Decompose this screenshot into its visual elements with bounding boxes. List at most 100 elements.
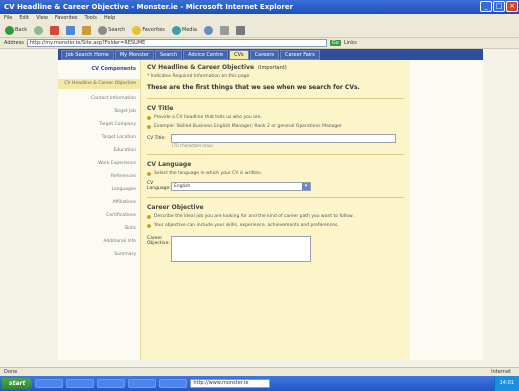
nav-tab[interactable]: My Monster xyxy=(114,49,154,60)
go-button[interactable]: Go xyxy=(329,40,341,46)
menu-bar: File Edit View Favorites Tools Help xyxy=(0,14,519,23)
back-arrow-icon xyxy=(5,25,14,35)
cv-language-value: English xyxy=(174,183,191,189)
sidebar-item[interactable]: References xyxy=(58,174,140,180)
cv-title-input[interactable] xyxy=(171,134,396,143)
toolbar: Back Search Favorites Media xyxy=(0,23,519,38)
print-button[interactable] xyxy=(234,25,247,36)
mail-button[interactable] xyxy=(218,25,231,36)
start-button[interactable]: start xyxy=(2,378,33,389)
bullet-icon xyxy=(147,116,151,120)
status-text: Done xyxy=(4,369,18,375)
taskbar-item[interactable] xyxy=(159,379,188,388)
divider xyxy=(147,197,404,198)
menu-file[interactable]: File xyxy=(4,15,12,22)
section-title: CV Headline & Career Objective xyxy=(147,64,255,71)
cv-sections-menu: CV Components CV Headline & Career Object… xyxy=(58,60,140,360)
list-item: Your objective can include your skills, … xyxy=(147,223,404,229)
stop-button[interactable] xyxy=(48,25,61,36)
refresh-icon xyxy=(66,25,76,35)
clock: 14:01 xyxy=(499,380,514,386)
menu-tools[interactable]: Tools xyxy=(85,15,97,22)
bullet-icon xyxy=(147,215,151,219)
cv-title-hint: (70 characters max) xyxy=(172,143,213,148)
sidebar-item[interactable]: Affiliations xyxy=(58,200,140,206)
taskbar: start http://www.monster.ie 14:01 xyxy=(0,376,519,391)
menu-favorites[interactable]: Favorites xyxy=(55,15,78,22)
forward-button[interactable] xyxy=(32,25,45,36)
sidebar-item[interactable]: Target Job xyxy=(58,109,140,115)
minimize-button[interactable]: _ xyxy=(480,1,492,12)
home-icon xyxy=(82,25,92,35)
back-button[interactable]: Back xyxy=(3,25,29,36)
sidebar-item[interactable]: Education xyxy=(58,148,140,154)
career-objective-textarea[interactable] xyxy=(171,236,311,262)
favorites-button[interactable]: Favorites xyxy=(130,25,167,36)
home-button[interactable] xyxy=(80,25,93,36)
star-icon xyxy=(132,25,142,35)
sidebar-item[interactable]: Work Experience xyxy=(58,161,140,167)
address-label: Address xyxy=(4,40,24,46)
sidebar-item[interactable]: Target Location xyxy=(58,135,140,141)
history-icon xyxy=(203,25,213,35)
status-bar: Done Internet xyxy=(0,367,519,376)
taskbar-address-input[interactable]: http://www.monster.ie xyxy=(190,379,271,388)
list-item: Example: Skilled Business English Manage… xyxy=(147,124,404,130)
address-bar: Address http://my.monster.ie/Site.asp?Fo… xyxy=(0,38,519,49)
mail-icon xyxy=(219,25,229,35)
cv-language-select[interactable]: English ▾ xyxy=(171,181,311,191)
nav-tab[interactable]: Advice Centre xyxy=(183,49,229,60)
maximize-button[interactable]: □ xyxy=(493,1,505,12)
divider xyxy=(147,98,404,99)
sidebar-item[interactable]: CV Headline & Career Objective xyxy=(58,79,140,89)
menu-edit[interactable]: Edit xyxy=(19,15,29,22)
intro-text: These are the first things that we see w… xyxy=(147,84,360,91)
taskbar-item[interactable] xyxy=(35,379,64,388)
career-objective-heading: Career Objective xyxy=(147,204,204,211)
close-button[interactable]: × xyxy=(506,1,518,12)
cv-title-heading: CV Title xyxy=(147,105,174,112)
refresh-button[interactable] xyxy=(64,25,77,36)
cv-language-label: CV Language: xyxy=(147,181,171,191)
nav-tab[interactable]: Search xyxy=(154,49,183,60)
site-nav: Job Search Home My Monster Search Advice Ce… xyxy=(58,49,483,60)
sidebar-item[interactable]: Languages xyxy=(58,187,140,193)
nav-tab[interactable]: Careers xyxy=(249,49,279,60)
nav-tab[interactable]: Career Fairs xyxy=(280,49,320,60)
sidebar-item[interactable]: Certifications xyxy=(58,213,140,219)
title-bar: CV Headline & Career Objective - Monster… xyxy=(0,0,519,14)
print-icon xyxy=(235,25,245,35)
chevron-down-icon: ▾ xyxy=(302,182,310,190)
stop-icon xyxy=(50,25,60,35)
address-input[interactable]: http://my.monster.ie/Site.asp?Folder=RES… xyxy=(26,39,327,47)
bullet-icon xyxy=(147,172,151,176)
media-icon xyxy=(171,25,181,35)
search-button[interactable]: Search xyxy=(96,25,127,36)
taskbar-item[interactable] xyxy=(97,379,126,388)
nav-tab[interactable]: CVs xyxy=(229,49,249,60)
list-item: Provide a CV headline that tells us who … xyxy=(147,115,404,121)
menu-view[interactable]: View xyxy=(36,15,48,22)
list-item: Describe the ideal job you are looking f… xyxy=(147,214,404,220)
divider xyxy=(147,154,404,155)
taskbar-item[interactable] xyxy=(66,379,95,388)
media-button[interactable]: Media xyxy=(170,25,199,36)
bullet-icon xyxy=(147,125,151,129)
menu-heading: CV Components xyxy=(91,66,137,72)
nav-tab[interactable]: Job Search Home xyxy=(61,49,114,60)
form-panel: CV Headline & Career Objective (Importan… xyxy=(140,60,410,360)
sidebar-item[interactable]: Summary xyxy=(58,252,140,258)
sidebar-item[interactable]: Additional Info xyxy=(58,239,140,245)
sidebar-item[interactable]: Contact Information xyxy=(58,96,140,102)
menu-help[interactable]: Help xyxy=(104,15,115,22)
sidebar-item[interactable]: Target Company xyxy=(58,122,140,128)
sidebar-item[interactable]: Skills xyxy=(58,226,140,232)
window-title: CV Headline & Career Objective - Monster… xyxy=(4,3,294,11)
search-icon xyxy=(98,25,108,35)
taskbar-item[interactable] xyxy=(128,379,157,388)
history-button[interactable] xyxy=(202,25,215,36)
list-item: Select the language in which your CV is … xyxy=(147,171,404,177)
right-column xyxy=(410,60,483,360)
career-objective-label: Career Objective: xyxy=(147,236,170,246)
links-label[interactable]: Links xyxy=(344,40,357,46)
